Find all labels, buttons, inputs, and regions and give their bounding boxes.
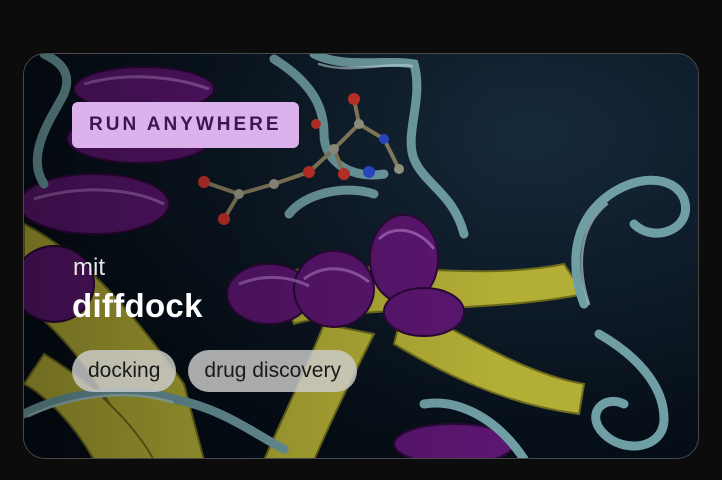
tag-list: docking drug discovery — [72, 350, 357, 392]
model-title[interactable]: diffdock — [72, 287, 203, 325]
organization-label: mit — [73, 254, 105, 281]
tag-docking[interactable]: docking — [72, 350, 177, 392]
model-card[interactable]: RUN ANYWHERE mit diffdock docking drug d… — [23, 53, 699, 459]
tag-drug-discovery[interactable]: drug discovery — [188, 350, 357, 392]
run-anywhere-badge: RUN ANYWHERE — [72, 102, 299, 148]
